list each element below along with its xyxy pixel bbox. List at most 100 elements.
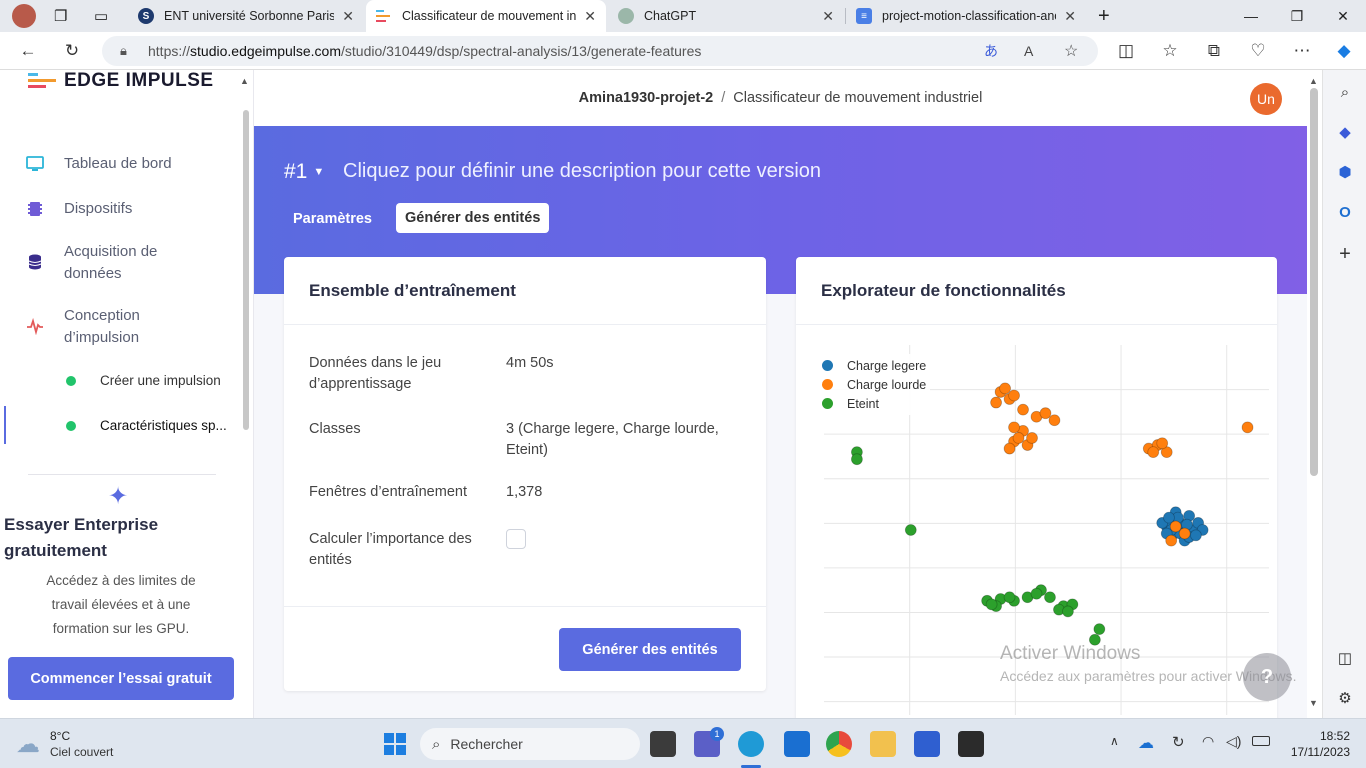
page-scrollbar[interactable]: ▲ ▼ xyxy=(1307,70,1322,718)
scatter-point[interactable] xyxy=(1189,529,1202,542)
weather-icon[interactable]: ☁ xyxy=(16,730,40,759)
sidebar-toggle-icon[interactable]: ◫ xyxy=(1335,648,1355,668)
scatter-point[interactable] xyxy=(1169,520,1182,533)
sidebar-item-dashboard[interactable]: Tableau de bord xyxy=(26,153,172,175)
battery-icon[interactable] xyxy=(1252,736,1270,746)
scatter-point[interactable] xyxy=(1017,403,1029,416)
sidebar-item-devices[interactable]: Dispositifs xyxy=(26,198,132,220)
scatter-point[interactable] xyxy=(904,524,917,536)
chevron-up-icon[interactable]: ∧ xyxy=(1110,734,1119,748)
wifi-icon[interactable]: ◠ xyxy=(1202,733,1214,750)
scatter-point[interactable] xyxy=(1026,432,1038,444)
new-tab-button[interactable]: + xyxy=(1088,0,1118,32)
profile-avatar[interactable] xyxy=(4,0,44,32)
project-name[interactable]: Amina1930-projet-2 xyxy=(579,90,714,106)
scroll-up-icon[interactable]: ▲ xyxy=(240,76,249,86)
windows-start-icon[interactable] xyxy=(384,733,406,755)
tab-chatgpt[interactable]: ChatGPT ✕ xyxy=(608,0,844,32)
scroll-down-icon[interactable]: ▼ xyxy=(1309,698,1318,708)
legend-item[interactable]: Charge legere xyxy=(822,356,926,375)
tab-generate-features[interactable]: Générer des entités xyxy=(396,203,550,233)
close-tab-icon[interactable]: ✕ xyxy=(584,8,596,25)
legend-item[interactable]: Eteint xyxy=(822,394,926,413)
close-window-icon[interactable]: ✕ xyxy=(1320,0,1366,32)
scatter-point[interactable] xyxy=(1062,605,1074,618)
sidebar-subitem-create-impulse[interactable]: Créer une impulsion xyxy=(66,373,221,388)
shopping-icon[interactable]: ◆ xyxy=(1335,122,1355,142)
tab-edge-impulse[interactable]: Classificateur de mouvement ind ✕ xyxy=(366,0,606,32)
tab-actions-icon[interactable]: ▭ xyxy=(88,0,118,32)
scatter-point[interactable] xyxy=(1008,389,1020,402)
scatter-point[interactable] xyxy=(1003,591,1016,604)
scatter-point[interactable] xyxy=(1030,587,1043,600)
scatter-point[interactable] xyxy=(1048,414,1061,427)
start-trial-button[interactable]: Commencer l’essai gratuit xyxy=(8,657,234,700)
favorites-icon[interactable]: ☆ xyxy=(1156,38,1184,64)
legend-item[interactable]: Charge lourde xyxy=(822,375,926,394)
tab-parameters[interactable]: Paramètres xyxy=(284,204,381,234)
url-field[interactable]: 🔒︎ https://studio.edgeimpulse.com/studio… xyxy=(102,36,1098,66)
scatter-point[interactable] xyxy=(851,453,863,466)
copilot-icon[interactable]: ◆ xyxy=(1330,38,1358,64)
scatter-point[interactable] xyxy=(1008,421,1020,434)
close-tab-icon[interactable]: ✕ xyxy=(822,8,834,25)
scatter-point[interactable] xyxy=(1178,527,1191,540)
collections-icon[interactable]: ⧉ xyxy=(1200,38,1228,64)
read-aloud-icon[interactable]: A xyxy=(1024,43,1033,59)
scatter-point[interactable] xyxy=(1044,591,1056,604)
sidebar-subitem-spectral-features[interactable]: Caractéristiques sp... xyxy=(66,418,227,433)
minimize-icon[interactable]: — xyxy=(1228,0,1274,32)
chrome-icon[interactable] xyxy=(826,731,852,757)
gear-icon[interactable]: ⚙ xyxy=(1335,688,1355,708)
file-explorer-icon[interactable] xyxy=(870,731,896,757)
workspaces-icon[interactable]: ❐ xyxy=(48,0,78,32)
onedrive-icon[interactable]: ☁ xyxy=(1138,733,1154,753)
tools-icon[interactable]: ⬢ xyxy=(1335,162,1355,182)
scatter-point[interactable] xyxy=(1156,437,1169,450)
tab-sorbonne[interactable]: S ENT université Sorbonne Paris No ✕ xyxy=(128,0,364,32)
feature-importance-checkbox[interactable] xyxy=(506,529,526,549)
tab-google-docs[interactable]: ≡ project-motion-classification-anc ✕ xyxy=(846,0,1086,32)
scatter-point[interactable] xyxy=(1012,432,1025,444)
back-icon[interactable]: ← xyxy=(14,38,42,64)
clock-time[interactable]: 18:52 xyxy=(1300,729,1350,743)
terminal-icon[interactable] xyxy=(958,731,984,757)
scatter-point[interactable] xyxy=(1003,442,1016,455)
version-description[interactable]: Cliquez pour définir une description pou… xyxy=(343,160,821,183)
restore-icon[interactable]: ❐ xyxy=(1274,0,1320,32)
version-selector[interactable]: #1 ▼ xyxy=(284,160,324,184)
browser-essentials-icon[interactable]: ♡ xyxy=(1244,38,1272,64)
outlook-icon[interactable]: O xyxy=(1335,202,1355,222)
avatar[interactable]: Un xyxy=(1250,83,1282,115)
taskbar-search[interactable]: ⌕ Rechercher xyxy=(420,728,640,760)
translate-icon[interactable]: あ xyxy=(984,41,998,61)
scatter-point[interactable] xyxy=(990,396,1002,409)
task-view-icon[interactable] xyxy=(650,731,676,757)
close-tab-icon[interactable]: ✕ xyxy=(1064,8,1076,25)
scatter-point[interactable] xyxy=(1093,623,1106,636)
sidebar-item-impulse-design[interactable]: Conception d’impulsion xyxy=(26,305,140,349)
scrollbar-thumb[interactable] xyxy=(1310,88,1318,476)
search-icon[interactable]: ⌕ xyxy=(1335,82,1355,102)
scatter-point[interactable] xyxy=(1147,446,1160,459)
sync-icon[interactable]: ↻ xyxy=(1172,733,1185,751)
add-icon[interactable]: + xyxy=(1335,243,1355,265)
favorite-star-icon[interactable]: ☆ xyxy=(1064,41,1078,61)
volume-icon[interactable]: ◁) xyxy=(1226,733,1241,750)
scatter-point[interactable] xyxy=(1039,407,1052,420)
scatter-point[interactable] xyxy=(985,598,998,611)
clock-date[interactable]: 17/11/2023 xyxy=(1280,745,1350,759)
sidebar-item-data-acquisition[interactable]: Acquisition de données xyxy=(26,241,157,285)
split-screen-icon[interactable]: ◫ xyxy=(1112,38,1140,64)
mail-icon[interactable] xyxy=(784,731,810,757)
scatter-point[interactable] xyxy=(1165,534,1178,547)
edge-icon[interactable] xyxy=(738,731,764,757)
scatter-point[interactable] xyxy=(1241,421,1254,434)
scroll-up-icon[interactable]: ▲ xyxy=(1309,76,1318,86)
generate-features-button[interactable]: Générer des entités xyxy=(559,628,741,671)
store-icon[interactable] xyxy=(914,731,940,757)
close-tab-icon[interactable]: ✕ xyxy=(342,8,354,25)
refresh-icon[interactable]: ↻ xyxy=(58,38,86,64)
scatter-point[interactable] xyxy=(999,382,1011,395)
more-menu-icon[interactable]: ⋯ xyxy=(1288,38,1316,64)
